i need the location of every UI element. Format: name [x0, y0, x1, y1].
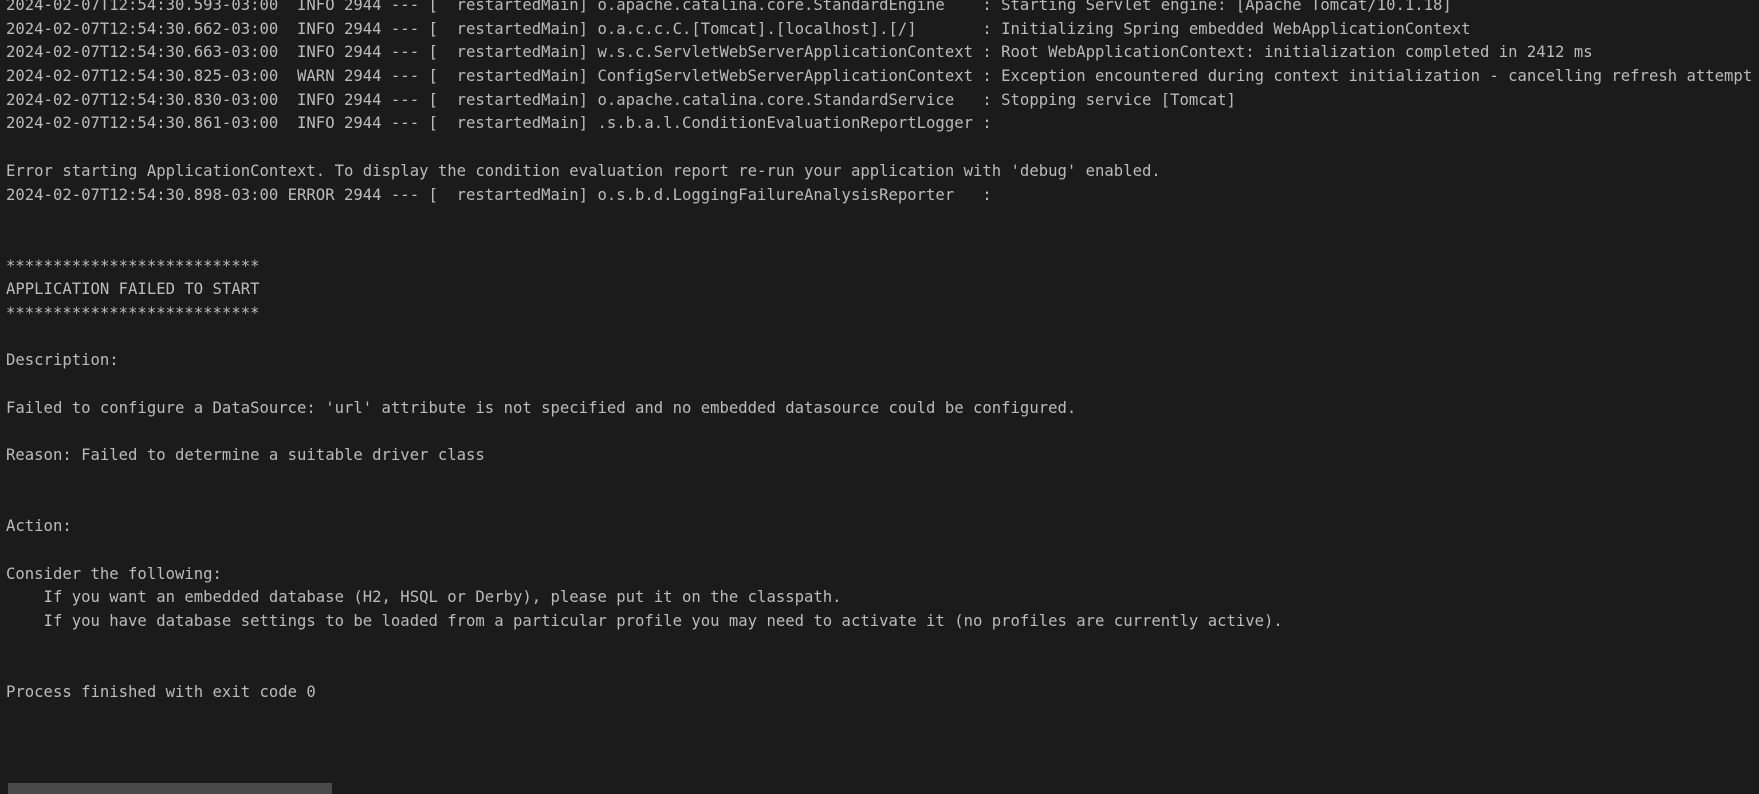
console-log-line: 2024-02-07T12:54:30.830-03:00 INFO 2944 … — [6, 90, 1236, 109]
horizontal-scrollbar-thumb[interactable] — [8, 783, 332, 794]
console-log-line: Error starting ApplicationContext. To di… — [6, 161, 1161, 180]
console-log-line: If you have database settings to be load… — [6, 611, 1283, 630]
console-log-line: Action: — [6, 517, 72, 536]
console-log-line: 2024-02-07T12:54:30.898-03:00 ERROR 2944… — [6, 185, 992, 204]
console-log-line: Failed to configure a DataSource: 'url' … — [6, 398, 1077, 417]
console-log-lines: 2024-02-07T12:54:30.593-03:00 INFO 2944 … — [0, 0, 1759, 705]
console-log-line: 2024-02-07T12:54:30.662-03:00 INFO 2944 … — [6, 19, 1471, 38]
console-log-line: *************************** — [6, 256, 260, 275]
console-log-line: Description: — [6, 351, 119, 370]
console-log-line: 2024-02-07T12:54:30.593-03:00 INFO 2944 … — [6, 0, 1452, 14]
horizontal-scrollbar-track[interactable] — [8, 781, 1751, 794]
console-log-line: Consider the following: — [6, 564, 222, 583]
console-log-line: 2024-02-07T12:54:30.861-03:00 INFO 2944 … — [6, 114, 992, 133]
console-log-line: 2024-02-07T12:54:30.825-03:00 WARN 2944 … — [6, 67, 1753, 86]
console-log-line: If you want an embedded database (H2, HS… — [6, 588, 842, 607]
console-log-line: Reason: Failed to determine a suitable d… — [6, 446, 485, 465]
console-log-line: APPLICATION FAILED TO START — [6, 280, 260, 299]
console-log-line: *************************** — [6, 303, 260, 322]
console-log-line: 2024-02-07T12:54:30.663-03:00 INFO 2944 … — [6, 43, 1593, 62]
console-output-panel[interactable]: 2024-02-07T12:54:30.593-03:00 INFO 2944 … — [0, 0, 1759, 794]
console-log-line: Process finished with exit code 0 — [6, 682, 316, 701]
